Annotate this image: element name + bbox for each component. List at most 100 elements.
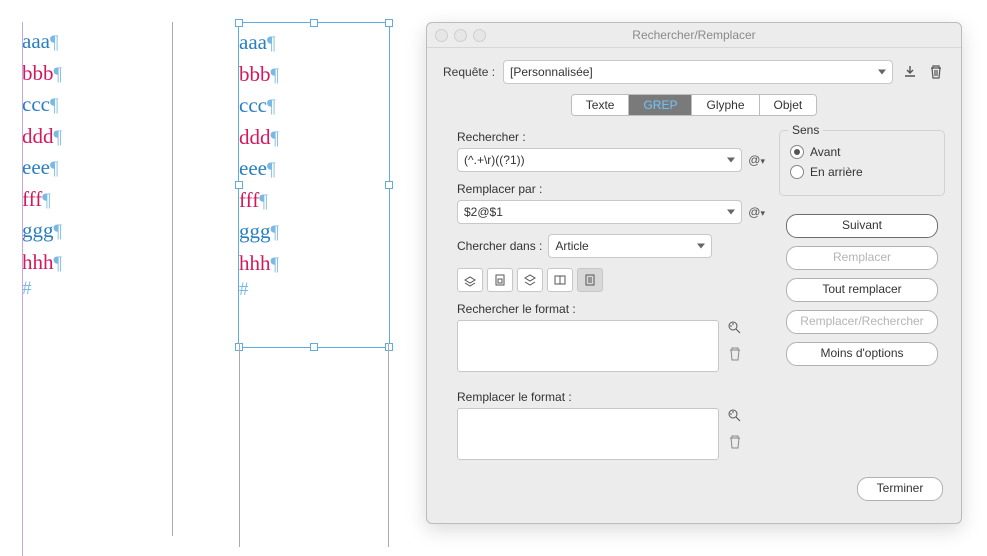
change-button[interactable]: Remplacer <box>786 246 938 270</box>
delete-query-icon[interactable] <box>927 63 945 81</box>
find-next-button[interactable]: Suivant <box>786 214 938 238</box>
query-label: Requête : <box>443 65 495 79</box>
text-line: ddd¶ <box>22 121 172 153</box>
query-row: Requête : [Personnalisée] <box>443 60 945 84</box>
scope-locked-stories-icon[interactable] <box>487 268 513 292</box>
direction-forward-radio[interactable]: Avant <box>790 145 934 159</box>
scope-locked-layers-icon[interactable] <box>457 268 483 292</box>
change-all-button[interactable]: Tout remplacer <box>786 278 938 302</box>
tab-text[interactable]: Texte <box>572 95 630 115</box>
text-line: aaa¶ <box>22 26 172 58</box>
replace-label: Remplacer par : <box>457 182 765 196</box>
change-format-box[interactable] <box>457 408 719 460</box>
scope-footnotes-icon[interactable] <box>577 268 603 292</box>
selection-handle[interactable] <box>235 19 243 27</box>
text-frame-2[interactable]: aaa¶bbb¶ccc¶ddd¶eee¶fff¶ggg¶hhh¶# <box>238 22 390 348</box>
pilcrow-icon: ¶ <box>271 65 280 86</box>
query-value: [Personnalisée] <box>510 65 593 79</box>
text-line: bbb¶ <box>239 59 389 91</box>
selection-handle[interactable] <box>310 19 318 27</box>
direction-backward-label: En arrière <box>810 165 863 179</box>
end-of-story-icon: # <box>22 278 172 300</box>
find-format-box[interactable] <box>457 320 719 372</box>
specify-change-format-icon[interactable] <box>727 408 743 422</box>
text-line: eee¶ <box>239 153 389 185</box>
tab-glyph[interactable]: Glyphe <box>692 95 759 115</box>
selection-handle[interactable] <box>385 343 393 351</box>
replace-input[interactable]: $2@$1 <box>457 200 742 224</box>
selection-handle[interactable] <box>235 343 243 351</box>
text-line: ggg¶ <box>239 216 389 248</box>
clear-change-format-icon[interactable] <box>728 434 742 450</box>
mode-tabs: Texte GREP Glyphe Objet <box>443 94 945 116</box>
text-line: bbb¶ <box>22 58 172 90</box>
text-frame-1: aaa¶bbb¶ccc¶ddd¶eee¶fff¶ggg¶hhh¶# <box>22 22 173 536</box>
search-in-label: Chercher dans : <box>457 239 542 253</box>
pilcrow-icon: ¶ <box>54 127 63 148</box>
close-icon[interactable] <box>435 29 448 42</box>
search-scope-icons <box>457 268 765 292</box>
end-of-story-icon: # <box>239 279 389 301</box>
pilcrow-icon: ¶ <box>50 158 59 179</box>
pilcrow-icon: ¶ <box>259 191 268 212</box>
selection-handle[interactable] <box>235 181 243 189</box>
pilcrow-icon: ¶ <box>271 254 280 275</box>
direction-forward-label: Avant <box>810 145 840 159</box>
find-format-label: Rechercher le format : <box>457 302 765 316</box>
text-line: eee¶ <box>22 152 172 184</box>
scope-master-pages-icon[interactable] <box>547 268 573 292</box>
find-change-dialog: Rechercher/Remplacer Requête : [Personna… <box>426 22 962 524</box>
minimize-icon[interactable] <box>454 29 467 42</box>
text-line: hhh¶ <box>239 248 389 280</box>
selection-handle[interactable] <box>385 19 393 27</box>
pilcrow-icon: ¶ <box>54 221 63 242</box>
pilcrow-icon: ¶ <box>42 190 51 211</box>
text-line: hhh¶ <box>22 247 172 279</box>
chevron-down-icon <box>727 158 735 163</box>
pilcrow-icon: ¶ <box>267 96 276 117</box>
window-controls <box>435 29 486 42</box>
find-label: Rechercher : <box>457 130 765 144</box>
find-value: (^.+\r)((?1)) <box>464 153 525 167</box>
text-line: ccc¶ <box>239 90 389 122</box>
pilcrow-icon: ¶ <box>271 222 280 243</box>
chevron-down-icon <box>727 210 735 215</box>
change-format-label: Remplacer le format : <box>457 390 765 404</box>
done-button[interactable]: Terminer <box>857 477 943 501</box>
clear-find-format-icon[interactable] <box>728 346 742 362</box>
text-line: fff¶ <box>22 184 172 216</box>
dialog-titlebar[interactable]: Rechercher/Remplacer <box>427 23 961 48</box>
text-line: ccc¶ <box>22 89 172 121</box>
fewer-options-button[interactable]: Moins d'options <box>786 342 938 366</box>
text-line: ddd¶ <box>239 122 389 154</box>
zoom-icon[interactable] <box>473 29 486 42</box>
query-select[interactable]: [Personnalisée] <box>503 60 893 84</box>
selection-handle[interactable] <box>310 343 318 351</box>
save-query-icon[interactable] <box>901 63 919 81</box>
text-line: fff¶ <box>239 185 389 217</box>
chevron-down-icon <box>697 244 705 249</box>
direction-group: Sens Avant En arrière <box>779 130 945 196</box>
search-in-select[interactable]: Article <box>548 234 712 258</box>
selection-handle[interactable] <box>385 181 393 189</box>
pilcrow-icon: ¶ <box>267 159 276 180</box>
text-line: ggg¶ <box>22 215 172 247</box>
direction-backward-radio[interactable]: En arrière <box>790 165 934 179</box>
dialog-title: Rechercher/Remplacer <box>632 28 755 42</box>
scope-hidden-layers-icon[interactable] <box>517 268 543 292</box>
pilcrow-icon: ¶ <box>54 253 63 274</box>
tab-grep[interactable]: GREP <box>629 95 692 115</box>
find-special-chars-button[interactable]: @▾ <box>748 153 765 167</box>
pilcrow-icon: ¶ <box>54 64 63 85</box>
pilcrow-icon: ¶ <box>271 128 280 149</box>
specify-find-format-icon[interactable] <box>727 320 743 334</box>
chevron-down-icon <box>878 70 886 75</box>
pilcrow-icon: ¶ <box>50 95 59 116</box>
find-input[interactable]: (^.+\r)((?1)) <box>457 148 742 172</box>
tab-object[interactable]: Objet <box>760 95 817 115</box>
pilcrow-icon: ¶ <box>267 33 276 54</box>
pilcrow-icon: ¶ <box>50 32 59 53</box>
replace-special-chars-button[interactable]: @▾ <box>748 205 765 219</box>
change-find-button[interactable]: Remplacer/Rechercher <box>786 310 938 334</box>
direction-legend: Sens <box>788 123 823 137</box>
